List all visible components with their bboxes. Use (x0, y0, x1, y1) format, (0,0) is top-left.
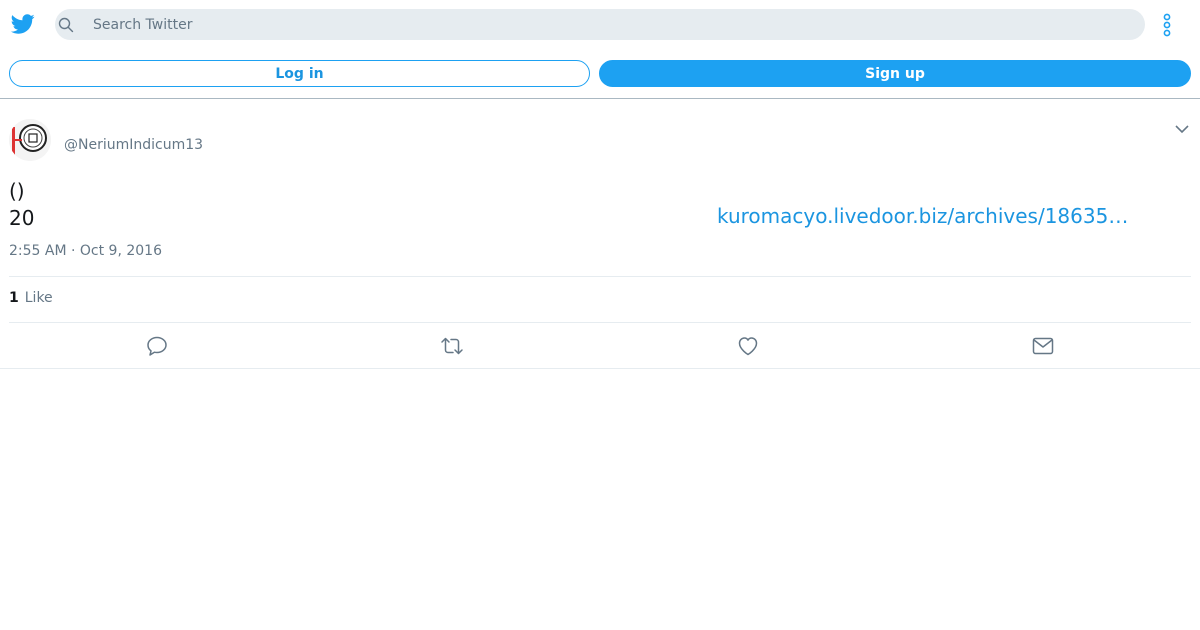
divider (9, 276, 1191, 277)
likes-label: Like (24, 290, 53, 306)
reply-icon[interactable] (145, 334, 169, 358)
likes-count[interactable]: 1 Like (9, 290, 53, 306)
tweet-bottom-divider (0, 368, 1200, 369)
tweet-text-line: () (9, 179, 25, 203)
tweet-actions (0, 332, 1200, 362)
search-input[interactable] (93, 9, 1123, 40)
tweet-link[interactable]: kuromacyo.livedoor.biz/archives/18635… (717, 203, 1128, 230)
top-bar (0, 0, 1200, 48)
search-bar[interactable] (55, 9, 1145, 40)
chevron-down-icon[interactable] (1174, 123, 1190, 135)
avatar-seal-icon (9, 119, 51, 161)
tweet-timestamp[interactable]: 2:55 AM · Oct 9, 2016 (9, 243, 162, 259)
retweet-icon[interactable] (440, 334, 464, 358)
likes-number: 1 (9, 290, 19, 306)
search-icon (58, 17, 74, 33)
avatar[interactable] (9, 119, 51, 161)
tweet-text: () 20 (9, 178, 34, 232)
share-mail-icon[interactable] (1031, 334, 1055, 358)
more-vertical-icon[interactable] (1158, 12, 1176, 38)
twitter-bird-icon[interactable] (10, 12, 36, 36)
auth-buttons: Log in Sign up (0, 58, 1200, 88)
divider (9, 322, 1191, 323)
tweet-author-handle[interactable]: @NeriumIndicum13 (64, 137, 203, 153)
login-button[interactable]: Log in (9, 60, 590, 87)
tweet: @NeriumIndicum13 () 20 kuromacyo.livedoo… (0, 99, 1200, 369)
tweet-text-line: 20 (9, 206, 35, 230)
like-icon[interactable] (736, 334, 760, 358)
signup-button[interactable]: Sign up (599, 60, 1191, 87)
